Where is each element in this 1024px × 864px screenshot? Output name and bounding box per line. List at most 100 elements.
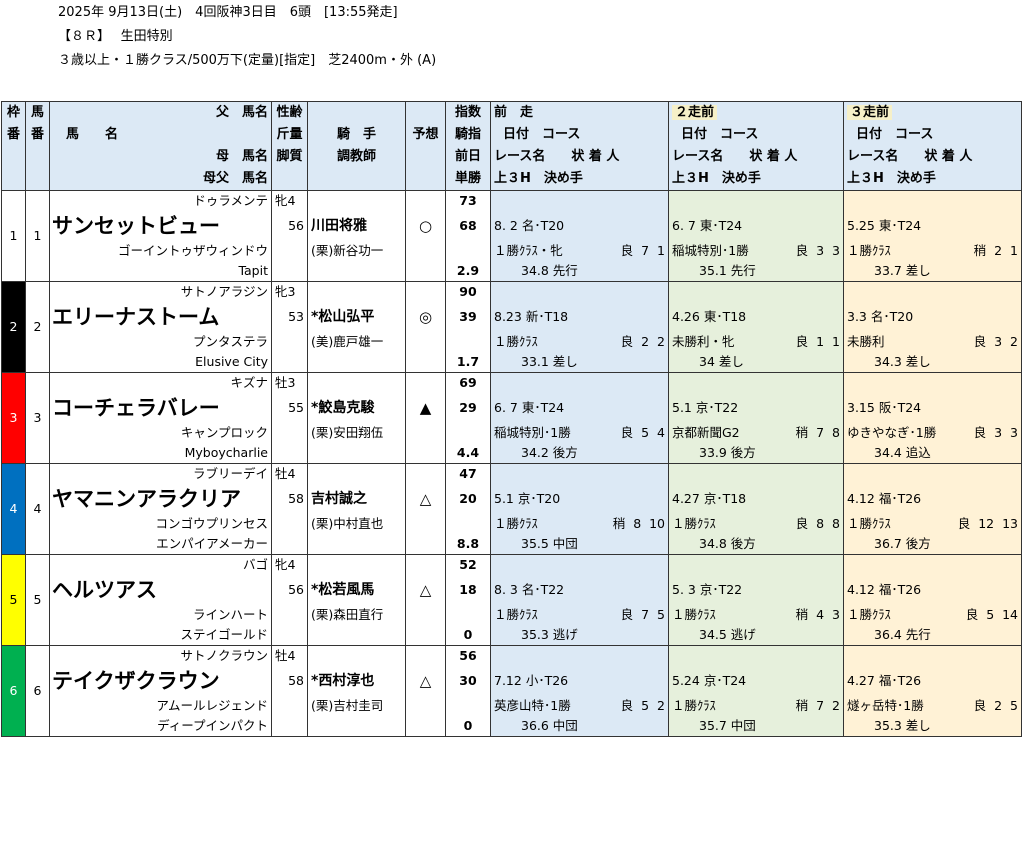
r3-agari: 35.3 差し bbox=[843, 716, 1022, 737]
prediction-mark: ◎ bbox=[405, 302, 446, 332]
r2-cond: 良 bbox=[795, 243, 809, 258]
style-value bbox=[271, 716, 308, 737]
r2-date-course: 4.27 京･T18 bbox=[668, 484, 844, 514]
header-row-3: 母 馬名 脚質 調教師 前日 レース名 状 着 人 レース名 状 着 人 レース… bbox=[1, 146, 1022, 168]
r1-pos: 5 bbox=[641, 698, 650, 713]
trainer-blank bbox=[307, 534, 406, 555]
horse-name[interactable]: ヘルツアス bbox=[52, 578, 157, 602]
umaban-cell: 4 bbox=[25, 463, 50, 555]
zenjitsu-value bbox=[445, 241, 491, 261]
header-empty-d bbox=[1, 168, 26, 191]
r1-pop: 4 bbox=[657, 425, 665, 440]
horse-row-4: エンパイアメーカー 8.8 35.5 中団 34.8 後方 36.7 後方 bbox=[2, 534, 1022, 555]
prediction-mark: ○ bbox=[405, 211, 446, 241]
umaban-cell: 6 bbox=[25, 645, 50, 737]
sexage: 牡4 bbox=[271, 463, 308, 484]
horse-name-cell[interactable]: コーチェラバレー bbox=[49, 393, 272, 423]
r1-race-cell: １勝ｸﾗｽ 良 2 2 bbox=[490, 332, 669, 352]
mark-blank bbox=[405, 281, 446, 302]
r3-date: 4.27 bbox=[847, 673, 875, 688]
horse-row-4: Tapit 2.9 34.8 先行 35.1 先行 33.7 差し bbox=[2, 261, 1022, 282]
r1-race-name: １勝ｸﾗｽ bbox=[494, 334, 538, 349]
style-blank bbox=[271, 696, 308, 716]
r2-agari: 34.8 後方 bbox=[668, 534, 844, 555]
header-umaban: 馬 bbox=[25, 101, 50, 124]
horse-name-cell[interactable]: テイクザクラウン bbox=[49, 666, 272, 696]
horse-name[interactable]: ヤマニンアラクリア bbox=[52, 487, 241, 511]
jockey-blank bbox=[307, 190, 406, 211]
r1-race-name: １勝ｸﾗｽ bbox=[494, 607, 538, 622]
r1-blank bbox=[490, 281, 669, 302]
r1-race-name: １勝ｸﾗｽ・牝 bbox=[494, 243, 563, 258]
horse-row-4: Myboycharlie 4.4 34.2 後方 33.9 後方 34.4 追込 bbox=[2, 443, 1022, 464]
r1-race-cell: １勝ｸﾗｽ・牝 良 7 1 bbox=[490, 241, 669, 261]
horse-name[interactable]: エリーナストーム bbox=[52, 305, 219, 329]
horse-name-cell[interactable]: エリーナストーム bbox=[49, 302, 272, 332]
header-prev2-label: ２走前 bbox=[672, 105, 718, 120]
r1-date: 8. 3 bbox=[494, 582, 518, 597]
r3-date: 4.12 bbox=[847, 582, 875, 597]
r1-blank bbox=[490, 372, 669, 393]
r3-pos: 2 bbox=[994, 243, 1003, 258]
mark-blank3 bbox=[405, 261, 446, 282]
r2-pop: 8 bbox=[832, 516, 840, 531]
r2-course: 京･T18 bbox=[703, 491, 747, 506]
r2-course: 東･T18 bbox=[703, 309, 747, 324]
kishi-value: 20 bbox=[445, 484, 491, 514]
jockey-name: *西村淳也 bbox=[307, 666, 406, 696]
sire-name: サトノクラウン bbox=[49, 645, 272, 666]
kishi-value: 29 bbox=[445, 393, 491, 423]
trainer-blank bbox=[307, 352, 406, 373]
r2-date: 4.26 bbox=[672, 309, 700, 324]
horse-name-cell[interactable]: ヤマニンアラクリア bbox=[49, 484, 272, 514]
r2-result: 良 8 8 bbox=[796, 514, 840, 534]
r2-blank bbox=[668, 372, 844, 393]
horse-row-1: 6 6 サトノクラウン 牡4 56 bbox=[1, 645, 1022, 737]
horse-name[interactable]: テイクザクラウン bbox=[52, 669, 220, 693]
style-value bbox=[271, 534, 308, 555]
header-waku-2: 番 bbox=[1, 124, 26, 146]
horse-row-4: Elusive City 1.7 33.1 差し 34 差し 34.3 差し bbox=[2, 352, 1022, 373]
r3-race-cell: １勝ｸﾗｽ 良 12 13 bbox=[843, 514, 1022, 534]
weight-value: 55 bbox=[271, 393, 308, 423]
dam-name: プンタステラ bbox=[49, 332, 272, 352]
r2-pos: 7 bbox=[816, 698, 825, 713]
trainer-name: (栗)森田直行 bbox=[307, 605, 406, 625]
r3-pos: 12 bbox=[978, 516, 995, 531]
r1-pos: 2 bbox=[641, 334, 650, 349]
dam-name: アムールレジェンド bbox=[49, 696, 272, 716]
index-value: 52 bbox=[445, 554, 491, 575]
horse-row-2: ヘルツアス 56 *松若風馬 △ 18 8. 3 名･T22 5. 3 京･T2… bbox=[2, 575, 1022, 605]
header-blank bbox=[307, 101, 406, 124]
r2-pos: 3 bbox=[816, 243, 825, 258]
horse-name-cell[interactable]: ヘルツアス bbox=[49, 575, 272, 605]
r2-date: 4.27 bbox=[672, 491, 700, 506]
r3-race-cell: 燧ヶ岳特･1勝 良 2 5 bbox=[843, 696, 1022, 716]
r2-result: 稍 7 2 bbox=[796, 696, 840, 716]
r2-race-cell: １勝ｸﾗｽ 良 8 8 bbox=[668, 514, 844, 534]
r3-result: 良 3 3 bbox=[974, 423, 1018, 443]
entry-table: 枠 馬 父 馬名 性齢 指数 前 走 ２走前 ３走前 番 番 馬 名 斤量 騎 … bbox=[1, 101, 1022, 737]
jockey-name: *松若風馬 bbox=[307, 575, 406, 605]
r1-race-cell: １勝ｸﾗｽ 稍 8 10 bbox=[490, 514, 669, 534]
header-sexage: 性齢 bbox=[271, 101, 308, 124]
mark-blank3 bbox=[405, 716, 446, 737]
jockey-name: 川田将雅 bbox=[307, 211, 406, 241]
horse-name[interactable]: サンセットビュー bbox=[52, 214, 220, 238]
r2-date: 5. 3 bbox=[672, 582, 696, 597]
r3-race-name: ゆきやなぎ･1勝 bbox=[847, 425, 937, 440]
r2-pop: 3 bbox=[832, 243, 840, 258]
damsire-name: ディープインパクト bbox=[49, 716, 272, 737]
r3-pos: 3 bbox=[994, 334, 1003, 349]
r1-result: 良 5 4 bbox=[621, 423, 665, 443]
horse-row-3: プンタステラ (美)鹿戸雄一 １勝ｸﾗｽ 良 2 2 未勝利・牝 良 1 1 未… bbox=[2, 332, 1022, 352]
horse-row-3: ラインハート (栗)森田直行 １勝ｸﾗｽ 良 7 5 １勝ｸﾗｽ 稍 4 3 １… bbox=[2, 605, 1022, 625]
horse-name-cell[interactable]: サンセットビュー bbox=[49, 211, 272, 241]
r1-date-course: 7.12 小･T26 bbox=[490, 666, 669, 696]
header-damsire: 母父 馬名 bbox=[49, 168, 272, 191]
mark-blank3 bbox=[405, 534, 446, 555]
horse-name[interactable]: コーチェラバレー bbox=[52, 396, 220, 420]
r1-date-course: 6. 7 東･T24 bbox=[490, 393, 669, 423]
r2-date-course: 5.1 京･T22 bbox=[668, 393, 844, 423]
r1-cond: 良 bbox=[620, 334, 634, 349]
